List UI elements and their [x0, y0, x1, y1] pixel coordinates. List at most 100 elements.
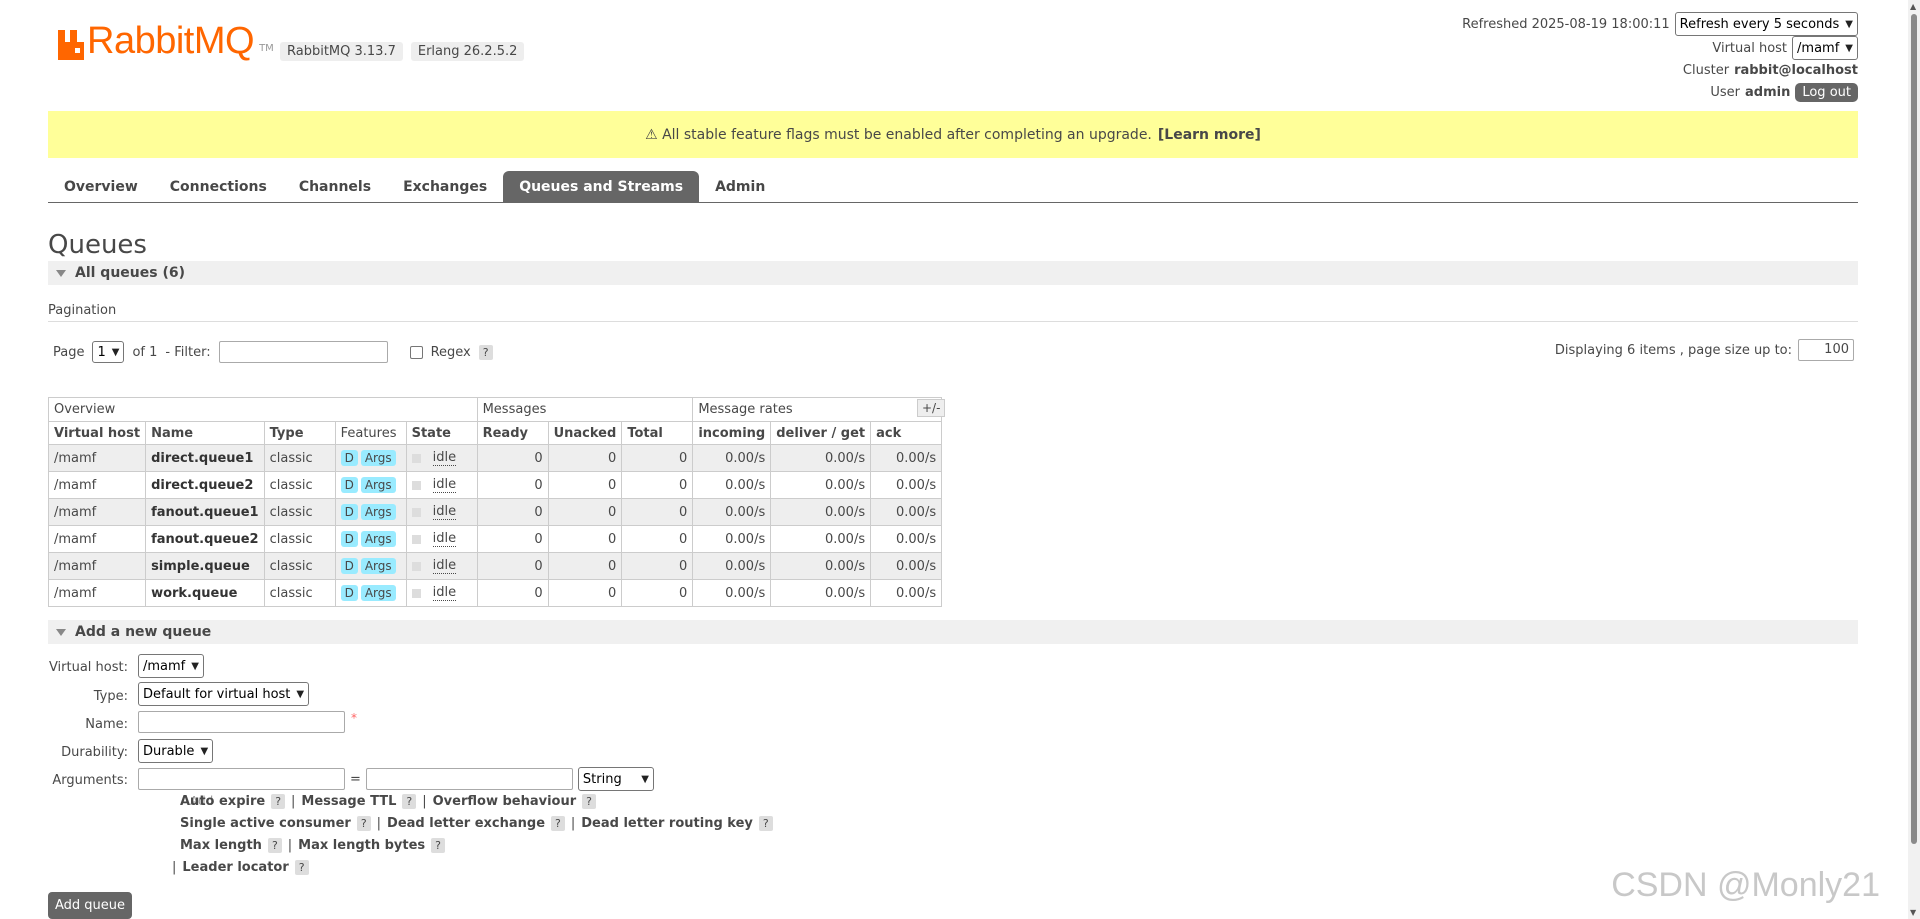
col-deliver-get[interactable]: deliver / get [770, 421, 872, 445]
col-type[interactable]: Type [263, 421, 336, 445]
col-total[interactable]: Total [621, 421, 694, 445]
arg-single-active-consumer[interactable]: Single active consumer [180, 816, 351, 831]
table-row[interactable]: /mamf fanout.queue1 classic D Args idle 0 0 0 0.0… [47, 498, 943, 526]
col-virtual-host[interactable]: Virtual host [47, 421, 147, 445]
argument-value-input[interactable] [365, 768, 573, 790]
columns-toggle-button[interactable]: +/- [917, 399, 946, 417]
queue-name-link[interactable]: direct.queue2 [151, 478, 253, 493]
cell-state: idle [405, 525, 478, 553]
queue-name-link[interactable]: simple.queue [151, 559, 250, 574]
col-incoming[interactable]: incoming [692, 421, 772, 445]
page-select[interactable]: 1 ▼ [92, 341, 125, 363]
durability-field-select[interactable]: Durable ▼ [138, 739, 214, 763]
help-icon[interactable]: ? [271, 794, 286, 809]
user-label: User [1710, 84, 1740, 100]
cell-ack: 0.00/s [870, 444, 943, 472]
name-field-input[interactable] [138, 711, 345, 733]
help-icon[interactable]: ? [582, 794, 597, 809]
regex-checkbox[interactable] [409, 345, 423, 359]
argument-key-input[interactable] [138, 768, 345, 790]
page-size-input[interactable]: 100 [1798, 339, 1854, 361]
args-tag: Args [360, 584, 396, 601]
logout-button[interactable]: Log out [1795, 82, 1858, 102]
tab-queues-and-streams[interactable]: Queues and Streams [503, 171, 700, 203]
rabbitmq-logo[interactable]: RabbitMQ TM [58, 22, 274, 60]
scrollbar-thumb[interactable] [1911, 14, 1917, 844]
help-icon[interactable]: ? [356, 816, 371, 831]
col-ready[interactable]: Ready [476, 421, 549, 445]
all-queues-toggle[interactable]: All queues (6) [48, 261, 1858, 285]
help-icon[interactable]: ? [431, 838, 446, 853]
tab-admin[interactable]: Admin [699, 171, 781, 203]
page-label: Page [53, 344, 85, 360]
refresh-select[interactable]: Refresh every 5 seconds ▼ [1674, 12, 1858, 36]
vhost-select[interactable]: /mamf ▼ [1792, 36, 1858, 60]
scroll-down-icon[interactable]: ▼ [1910, 908, 1916, 917]
queue-name-link[interactable]: fanout.queue2 [151, 532, 259, 547]
cell-queue-name[interactable]: direct.queue2 [145, 471, 265, 499]
cell-queue-name[interactable]: work.queue [145, 579, 265, 607]
queue-name-link[interactable]: direct.queue1 [151, 451, 253, 466]
help-icon[interactable]: ? [294, 860, 309, 875]
help-icon[interactable]: ? [478, 344, 493, 360]
table-row[interactable]: /mamf work.queue classic D Args idle 0 0 0 0.00/s… [47, 579, 943, 607]
arg-shortcuts-line1: Auto expire ? | Message TTL ? | Overflow… [180, 794, 597, 809]
arg-dead-letter-exchange[interactable]: Dead letter exchange [387, 816, 545, 831]
table-row[interactable]: /mamf direct.queue2 classic D Args idle 0 0 0 0.0… [47, 471, 943, 499]
help-icon[interactable]: ? [758, 816, 773, 831]
tab-exchanges[interactable]: Exchanges [387, 171, 503, 203]
queue-name-link[interactable]: work.queue [151, 586, 237, 601]
arg-leader-locator[interactable]: Leader locator [182, 860, 288, 875]
add-queue-toggle[interactable]: Add a new queue [48, 620, 1858, 644]
help-icon[interactable]: ? [267, 838, 282, 853]
chevron-down-icon: ▼ [111, 346, 120, 358]
page-scrollbar[interactable]: ▲ ▼ [1908, 0, 1920, 919]
table-row[interactable]: /mamf fanout.queue2 classic D Args idle 0 0 0 0.0… [47, 525, 943, 553]
vhost-field-select[interactable]: /mamf ▼ [138, 654, 204, 678]
cell-vhost: /mamf [47, 471, 147, 499]
col-unacked[interactable]: Unacked [547, 421, 623, 445]
filter-input[interactable] [218, 341, 388, 363]
tab-overview[interactable]: Overview [48, 171, 154, 203]
col-state[interactable]: State [405, 421, 478, 445]
tab-connections[interactable]: Connections [154, 171, 283, 203]
arg-overflow-behaviour[interactable]: Overflow behaviour [433, 794, 577, 809]
arg-message-ttl[interactable]: Message TTL [301, 794, 396, 809]
cell-incoming: 0.00/s [692, 498, 772, 526]
cell-queue-name[interactable]: fanout.queue2 [145, 525, 265, 553]
add-queue-button[interactable]: Add queue [48, 892, 133, 919]
pagination-label: Pagination [48, 303, 117, 318]
col-name[interactable]: Name [145, 421, 265, 445]
arg-max-length[interactable]: Max length [180, 838, 262, 853]
col-features[interactable]: Features [334, 421, 407, 445]
tab-channels[interactable]: Channels [283, 171, 387, 203]
cell-vhost: /mamf [47, 525, 147, 553]
arg-max-length-bytes[interactable]: Max length bytes [298, 838, 425, 853]
cell-unacked: 0 [547, 498, 623, 526]
col-ack[interactable]: ack [870, 421, 943, 445]
table-row[interactable]: /mamf simple.queue classic D Args idle 0 0 0 0.00… [47, 552, 943, 580]
cell-unacked: 0 [547, 444, 623, 472]
table-row[interactable]: /mamf direct.queue1 classic D Args idle 0 0 0 0.0… [47, 444, 943, 472]
arg-auto-expire[interactable]: Auto expire [180, 794, 265, 809]
cell-ready: 0 [476, 471, 549, 499]
help-icon[interactable]: ? [551, 816, 565, 831]
cell-queue-name[interactable]: simple.queue [145, 552, 265, 580]
cell-features: D Args [334, 579, 407, 607]
cell-queue-name[interactable]: direct.queue1 [145, 444, 265, 472]
state-label: idle [432, 477, 457, 493]
help-icon[interactable]: ? [402, 794, 417, 809]
argument-type-select[interactable]: String ▼ [577, 767, 654, 791]
state-indicator-icon [411, 534, 421, 544]
args-tag: Args [360, 503, 396, 520]
cluster-label: Cluster [1682, 62, 1730, 78]
scroll-up-icon[interactable]: ▲ [1910, 2, 1916, 11]
cell-incoming: 0.00/s [692, 471, 772, 499]
type-field-select[interactable]: Default for virtual host ▼ [138, 682, 310, 706]
queue-name-link[interactable]: fanout.queue1 [151, 505, 259, 520]
arg-dead-letter-routing-key[interactable]: Dead letter routing key [581, 816, 753, 831]
cell-queue-name[interactable]: fanout.queue1 [145, 498, 265, 526]
cell-total: 0 [621, 498, 694, 526]
cluster-value: rabbit@localhost [1734, 62, 1858, 78]
learn-more-link[interactable]: [Learn more] [1158, 127, 1261, 143]
